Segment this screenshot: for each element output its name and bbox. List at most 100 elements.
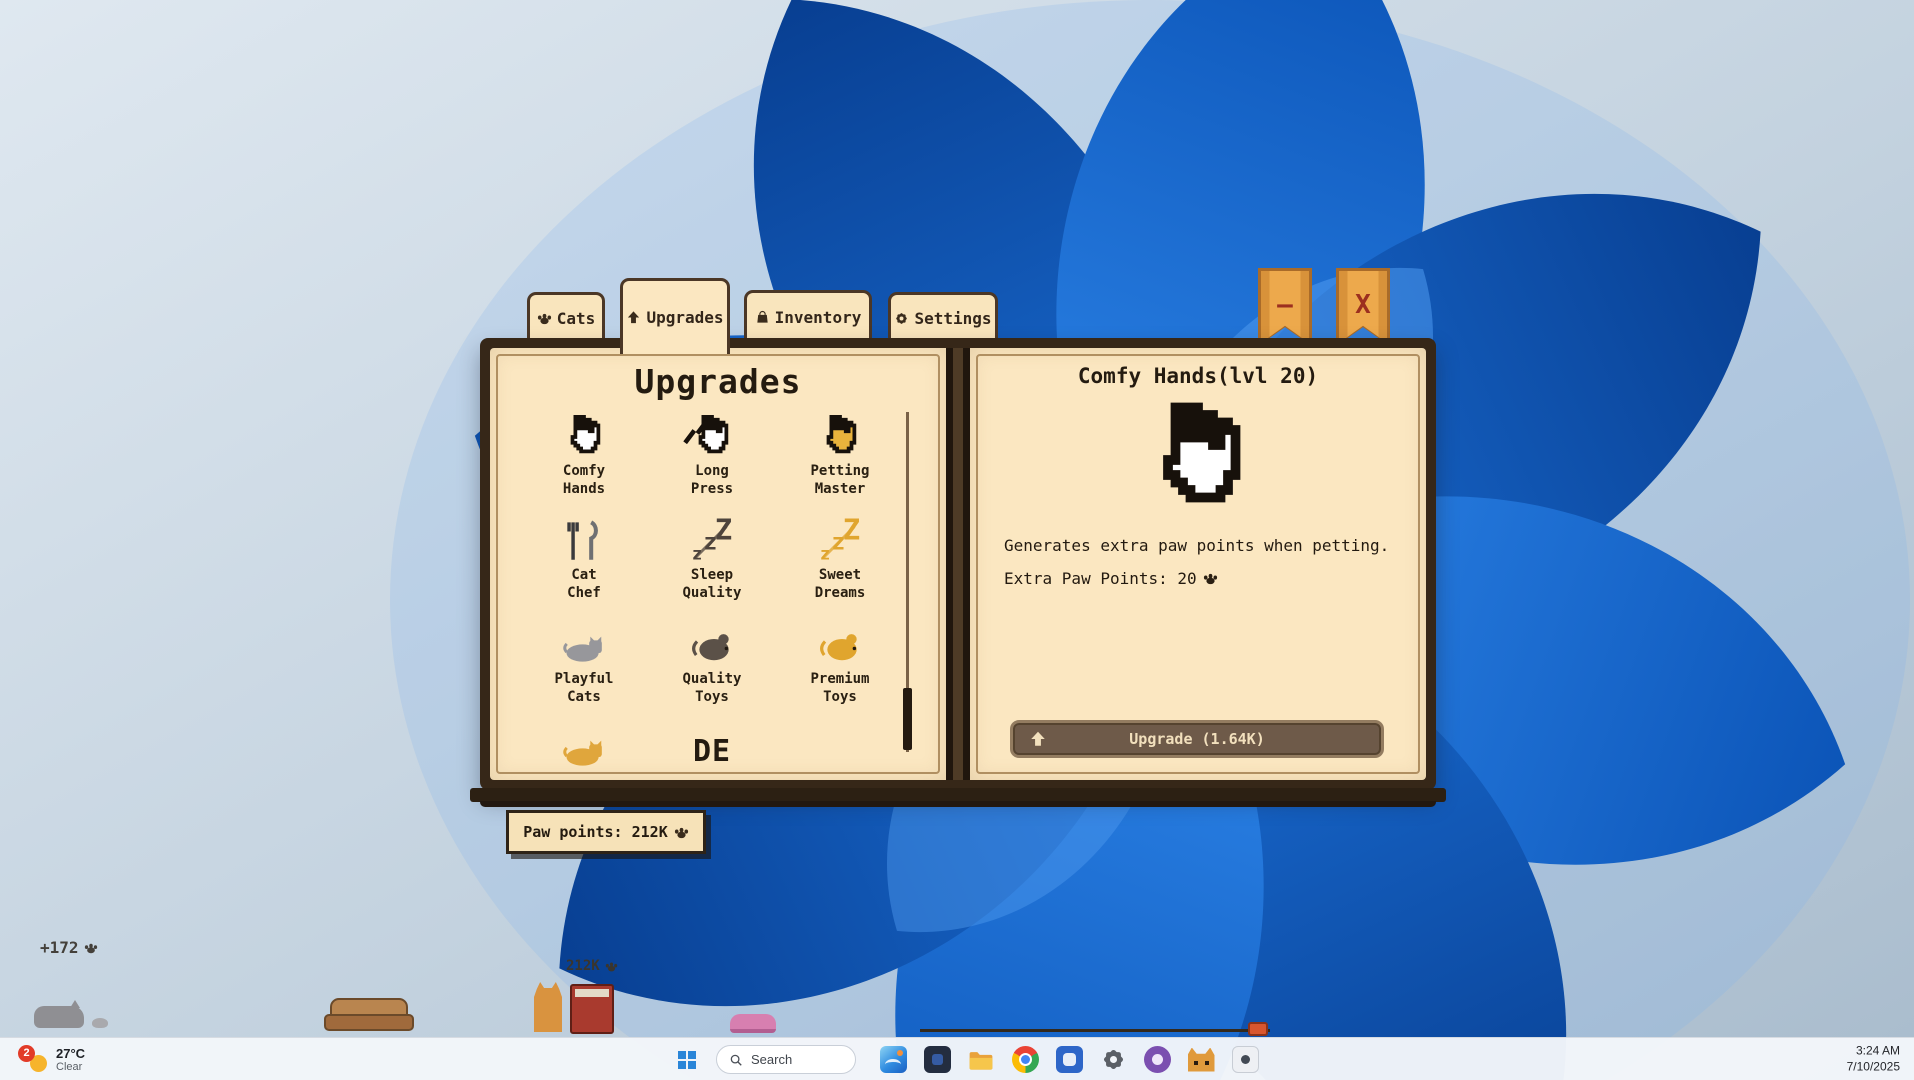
up-arrow-icon [626,310,641,325]
upgrade-item-cat-chef[interactable]: Cat Chef [561,518,607,622]
light-app-icon[interactable] [1226,1041,1264,1079]
ground-slider-handle[interactable] [1248,1022,1268,1036]
close-icon: X [1336,292,1390,318]
up-arrow-icon [1029,730,1047,748]
paw-icon [84,941,98,955]
extra-paw-points-label: Extra Paw Points: 20 [1004,569,1197,588]
upgrade-description: Generates extra paw points when petting. [1004,536,1389,555]
blue-wave-app-icon[interactable] [874,1041,912,1079]
upgrade-item-sweet-dreams[interactable]: Sweet Dreams [815,518,866,622]
folder-icon [967,1046,995,1074]
weather-temperature: 27°C [56,1046,85,1061]
dark-app-icon[interactable] [918,1041,956,1079]
file-explorer-icon[interactable] [962,1041,1000,1079]
paw-gain-popup: +172 [40,938,98,957]
tab-upgrades[interactable]: Upgrades [620,278,730,354]
mouse-dark-icon [689,622,735,668]
standing-cat-sprite[interactable] [534,982,562,1032]
cutlery-icon [561,518,607,564]
blue-app-icon[interactable] [1050,1041,1088,1079]
light-circle-icon [1232,1046,1259,1073]
press-lines-icon [679,414,725,455]
clock-tray[interactable]: 3:24 AM 7/10/2025 [1847,1043,1900,1074]
upgrade-label: Sleep [682,566,741,584]
zzz-dark-icon [689,518,735,564]
settings-icon[interactable] [1094,1041,1132,1079]
taskbar-icons [874,1040,1264,1079]
chrome-logo-icon [1012,1046,1039,1073]
upgrade-button[interactable]: Upgrade (1.64K) [1010,720,1384,758]
upgrades-scrollbar[interactable] [906,412,909,752]
scrollbar-thumb[interactable] [903,688,912,750]
upgrade-item-playful-cats[interactable]: Playful Cats [554,622,613,726]
sleeping-cat-sprite[interactable] [34,1006,84,1028]
close-button[interactable]: X [1336,268,1390,346]
bag-icon [755,310,770,325]
cat-game-icon[interactable] [1182,1041,1220,1079]
weather-condition: Clear [56,1061,85,1073]
world-paw-value: 212K [566,958,600,974]
book-cover-ledge [470,788,1446,802]
search-icon [729,1053,743,1067]
zzz-gold-icon [817,518,863,564]
upgrade-label: Quality [682,670,741,688]
upgrade-label: Toys [682,688,741,706]
weather-widget[interactable]: 2 27°C Clear [10,1038,95,1080]
upgrade-label: Playful [554,670,613,688]
upgrade-item-comfy-hands[interactable]: Comfy Hands [561,414,607,518]
paw-icon [537,311,552,326]
upgrade-item-clipped[interactable] [561,726,607,770]
upgrade-label: Hands [563,480,605,498]
tab-label: Upgrades [646,308,723,327]
paw-icon [1203,571,1218,586]
upgrade-label: Premium [810,670,869,688]
upgrade-item-sleep-quality[interactable]: Sleep Quality [682,518,741,622]
upgrades-title: Upgrades [490,362,946,401]
upgrade-item-premium-toys[interactable]: Premium Toys [810,622,869,726]
couch-seat-sprite [324,1014,414,1031]
upgrade-item-clipped-text[interactable]: DE [693,726,731,770]
book-spine [946,348,970,780]
purple-app-icon[interactable] [1138,1041,1176,1079]
start-button[interactable] [668,1041,706,1079]
upgrade-label: Sweet [815,566,866,584]
upgrade-label: Comfy [563,462,605,480]
upgrade-item-quality-toys[interactable]: Quality Toys [682,622,741,726]
upgrade-detail-title: Comfy Hands(lvl 20) [970,364,1426,388]
hand-press-icon [689,414,735,460]
cat-face-icon [1188,1048,1215,1072]
upgrade-label: Quality [682,584,741,602]
upgrade-item-petting-master[interactable]: Petting Master [810,414,869,518]
upgrade-label: Chef [567,584,601,602]
tab-label: Settings [914,309,991,328]
desktop: z z Z [0,0,1914,1080]
tab-inventory[interactable]: Inventory [744,290,872,342]
minimize-button[interactable]: — [1258,268,1312,346]
clipped-upgrade-text: DE [693,734,731,769]
book-cover-ledge-shadow [480,801,1436,807]
hand-white-icon [561,414,607,460]
tray-time: 3:24 AM [1856,1043,1900,1059]
tab-settings[interactable]: Settings [888,292,998,342]
ground-line [920,1029,1270,1032]
upgrade-item-long-press[interactable]: Long Press [689,414,735,518]
upgrade-label: Toys [810,688,869,706]
upgrade-extra-stats: Extra Paw Points: 20 [1004,569,1218,588]
upgrade-label: Master [810,480,869,498]
toy-mouse-sprite [92,1018,108,1028]
paw-icon [674,825,689,840]
gear-icon [894,311,909,326]
weather-icon: 2 [20,1046,47,1073]
hand-gold-icon [817,414,863,460]
notification-badge: 2 [18,1045,35,1062]
search-box[interactable]: Search [716,1045,856,1074]
blue-square-icon [1056,1046,1083,1073]
book-sprite[interactable] [570,984,614,1034]
upgrade-label: Petting [810,462,869,480]
tab-cats[interactable]: Cats [527,292,605,342]
paw-icon [605,960,618,973]
chrome-icon[interactable] [1006,1041,1044,1079]
cat-bed-sprite [730,1014,776,1033]
upgrade-button-label: Upgrade (1.64K) [1129,730,1264,748]
upgrade-label: Dreams [815,584,866,602]
